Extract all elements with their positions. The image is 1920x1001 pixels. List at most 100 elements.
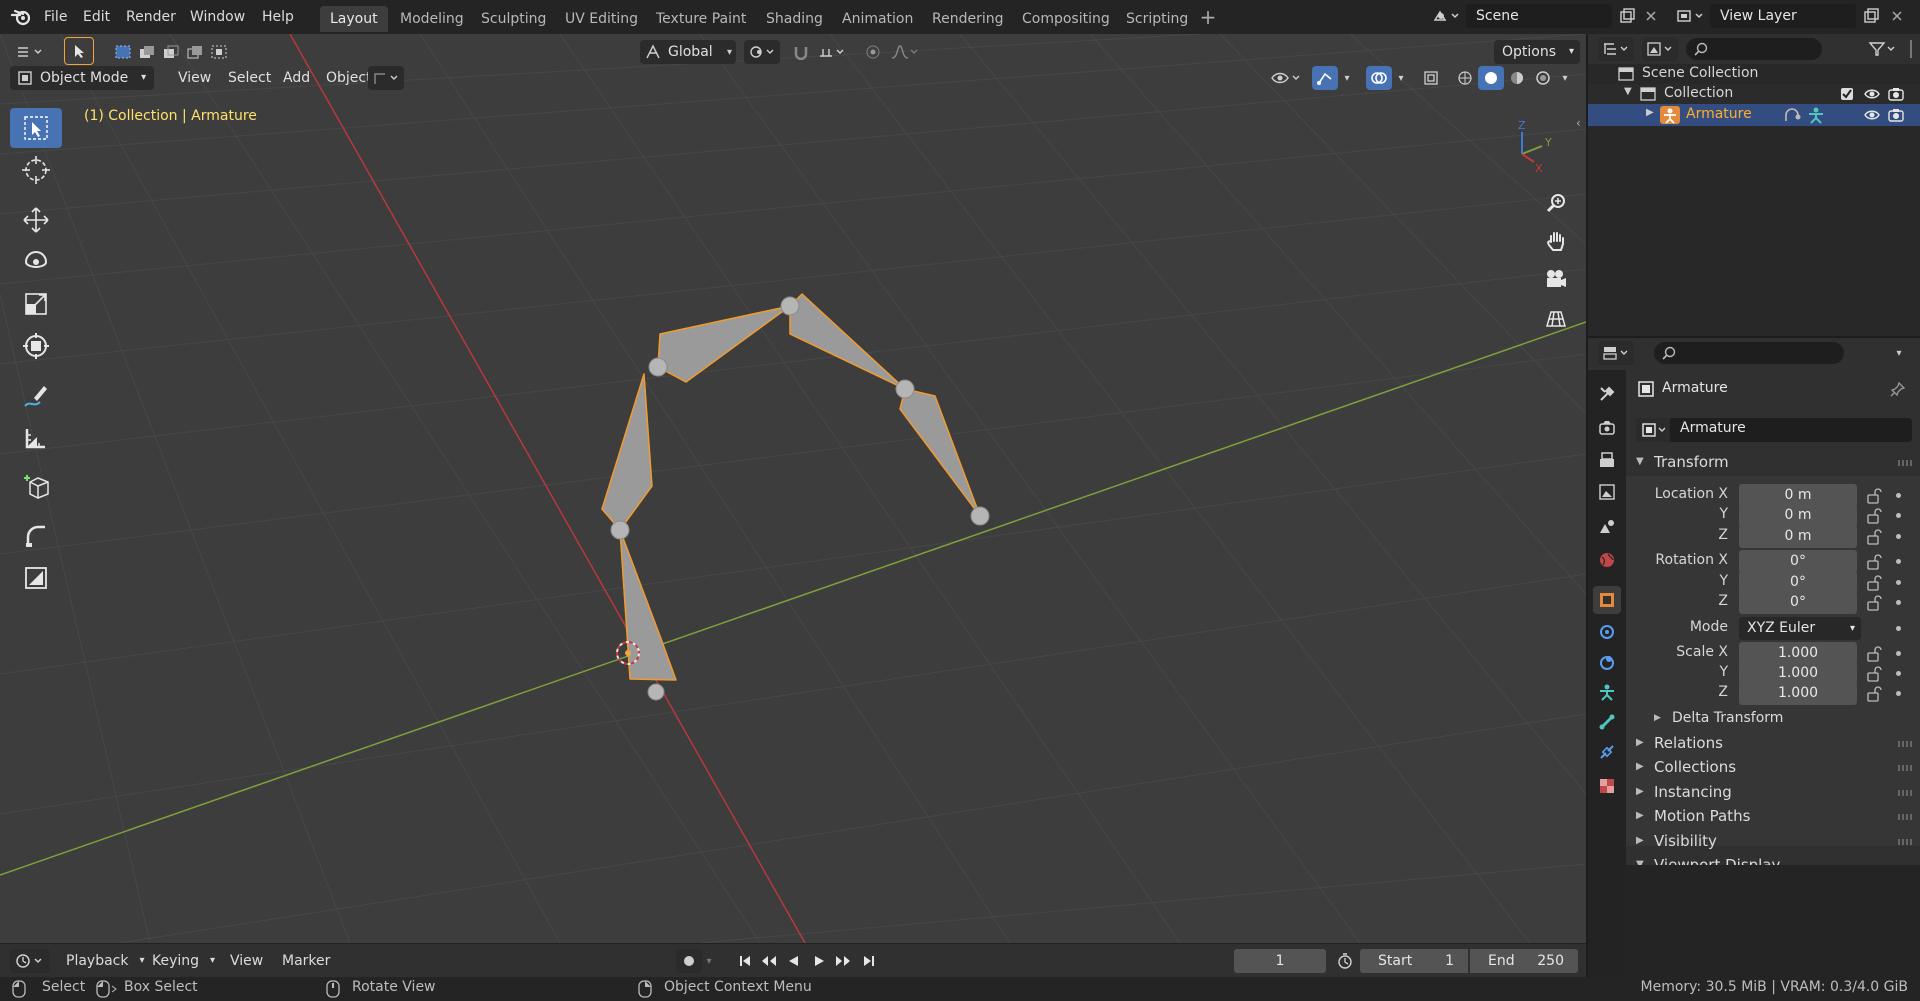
select-mode-intersect-icon[interactable] (206, 40, 232, 64)
drag-handle-icon[interactable] (1898, 790, 1912, 796)
zoom-view-icon[interactable] (1537, 186, 1575, 220)
drag-handle-icon[interactable] (1898, 839, 1912, 845)
new-scene-icon[interactable] (1614, 4, 1640, 28)
armature-render-icon[interactable] (1888, 108, 1904, 122)
lock-icon[interactable] (1866, 553, 1884, 571)
tab-modifiers-icon[interactable] (1593, 618, 1621, 646)
expand-collection-icon[interactable]: ▼ (1624, 86, 1632, 97)
menu-view[interactable]: View (170, 66, 219, 90)
navigation-gizmo[interactable]: Z Y X (1508, 118, 1556, 174)
pan-view-icon[interactable] (1537, 224, 1575, 258)
scene-name-field[interactable]: Scene (1466, 4, 1612, 28)
lock-icon[interactable] (1866, 685, 1884, 703)
tab-rendering[interactable]: Rendering (922, 6, 1014, 32)
timeline-editor-type-icon[interactable] (10, 949, 50, 973)
keyframe-dot[interactable] (1896, 626, 1901, 631)
shading-wireframe-icon[interactable] (1452, 66, 1478, 90)
shading-solid-icon[interactable] (1478, 66, 1504, 90)
exclude-checkbox-icon[interactable] (1840, 87, 1854, 101)
collection-visibility-icon[interactable] (1864, 87, 1880, 101)
menu-select[interactable]: Select (220, 66, 279, 90)
tab-scene-icon[interactable] (1593, 512, 1621, 540)
visibility-dropdown-icon[interactable] (1266, 66, 1306, 90)
object-browse-icon[interactable] (1636, 418, 1670, 442)
tab-animation[interactable]: Animation (832, 6, 923, 32)
display-mode-icon[interactable] (1642, 37, 1678, 61)
delta-transform-subpanel[interactable]: ▶ Delta Transform (1648, 706, 1912, 730)
select-mode-extend-icon[interactable] (134, 40, 160, 64)
menu-add[interactable]: Add (275, 66, 318, 90)
select-mode-subtract-icon[interactable] (158, 40, 184, 64)
tab-object-icon[interactable] (1593, 586, 1621, 614)
outliner-editor-type-icon[interactable] (1598, 37, 1634, 61)
play-reverse-icon[interactable] (780, 949, 806, 973)
delete-view-layer-icon[interactable] (1884, 4, 1910, 28)
camera-view-icon[interactable] (1537, 262, 1575, 296)
menu-file[interactable]: File (44, 6, 67, 28)
keyframe-dot[interactable] (1896, 580, 1901, 585)
tool-cursor[interactable] (10, 150, 62, 190)
tab-compositing[interactable]: Compositing (1012, 6, 1120, 32)
outliner-row-collection[interactable]: ▼ Collection (1588, 84, 1920, 104)
location-y-field[interactable]: 0 m (1739, 504, 1857, 527)
snap-toggle-icon[interactable] (788, 40, 814, 64)
jump-keyframe-back-icon[interactable] (756, 949, 782, 973)
object-name-field[interactable]: Armature (1636, 418, 1912, 442)
location-z-field[interactable]: 0 m (1739, 525, 1857, 548)
jump-end-icon[interactable] (856, 949, 882, 973)
tool-scale[interactable] (10, 284, 62, 324)
lock-icon[interactable] (1866, 507, 1884, 525)
sidebar-toggle-icon[interactable]: ‹ (1576, 116, 1586, 136)
mode-dropdown[interactable]: Object Mode ▾ (10, 66, 155, 90)
tab-constraints-icon[interactable] (1593, 738, 1621, 766)
end-frame-field[interactable]: End 250 (1470, 949, 1578, 973)
lock-icon[interactable] (1866, 645, 1884, 663)
tool-select-box[interactable] (10, 108, 62, 148)
tool-rotate[interactable] (10, 242, 62, 282)
transform-panel-header[interactable]: ▼ Transform (1626, 448, 1920, 476)
keyframe-dot[interactable] (1896, 600, 1901, 605)
menu-help[interactable]: Help (262, 6, 294, 28)
keyframe-dot[interactable] (1896, 651, 1901, 656)
snap-target-icon[interactable] (814, 40, 850, 64)
gizmo-dropdown-icon[interactable]: ▾ (1338, 66, 1356, 90)
properties-search-input[interactable] (1654, 342, 1844, 364)
menu-render[interactable]: Render (126, 6, 176, 28)
lock-icon[interactable] (1866, 665, 1884, 683)
tab-physics-icon[interactable] (1593, 648, 1621, 676)
properties-editor-type-icon[interactable] (1598, 341, 1634, 365)
new-view-layer-icon[interactable] (1858, 4, 1884, 28)
menu-edit[interactable]: Edit (83, 6, 110, 28)
keyframe-dot[interactable] (1896, 534, 1901, 539)
blender-logo-icon[interactable] (10, 7, 32, 27)
new-collection-icon[interactable] (1910, 40, 1920, 58)
keyframe-dot[interactable] (1896, 691, 1901, 696)
lock-icon[interactable] (1866, 528, 1884, 546)
tab-layout[interactable]: Layout (320, 6, 388, 32)
transform-orientation-dropdown[interactable]: Global ▾ (640, 40, 736, 64)
menu-marker[interactable]: Marker (274, 949, 338, 973)
tab-shading[interactable]: Shading (756, 6, 833, 32)
tool-transform[interactable] (10, 326, 62, 366)
collections-panel-header[interactable]: ▶ Collections (1626, 753, 1920, 781)
tab-scripting[interactable]: Scripting (1116, 6, 1198, 32)
armature-object[interactable] (0, 34, 1586, 943)
tool-bone-roll[interactable] (10, 558, 62, 598)
select-mode-invert-icon[interactable] (182, 40, 208, 64)
view-layer-browse-icon[interactable] (1672, 4, 1708, 28)
pin-icon[interactable] (1890, 381, 1906, 397)
play-icon[interactable] (806, 949, 832, 973)
drag-handle-icon[interactable] (1898, 460, 1912, 466)
outliner-row-scene-collection[interactable]: Scene Collection (1588, 64, 1920, 84)
jump-keyframe-forward-icon[interactable] (830, 949, 856, 973)
rotation-mode-dropdown[interactable]: XYZ Euler ▾ (1739, 617, 1861, 640)
properties-options-icon[interactable]: ▾ (1886, 341, 1912, 365)
menu-keying[interactable]: Keying ▾ (144, 949, 221, 973)
tool-move[interactable] (10, 200, 62, 240)
keyframe-dot[interactable] (1896, 559, 1901, 564)
armature-visibility-icon[interactable] (1864, 108, 1880, 122)
tab-texture-icon[interactable] (1593, 772, 1621, 800)
tool-add-cube[interactable] (10, 466, 62, 506)
jump-start-icon[interactable] (732, 949, 758, 973)
keyframe-dot[interactable] (1896, 493, 1901, 498)
